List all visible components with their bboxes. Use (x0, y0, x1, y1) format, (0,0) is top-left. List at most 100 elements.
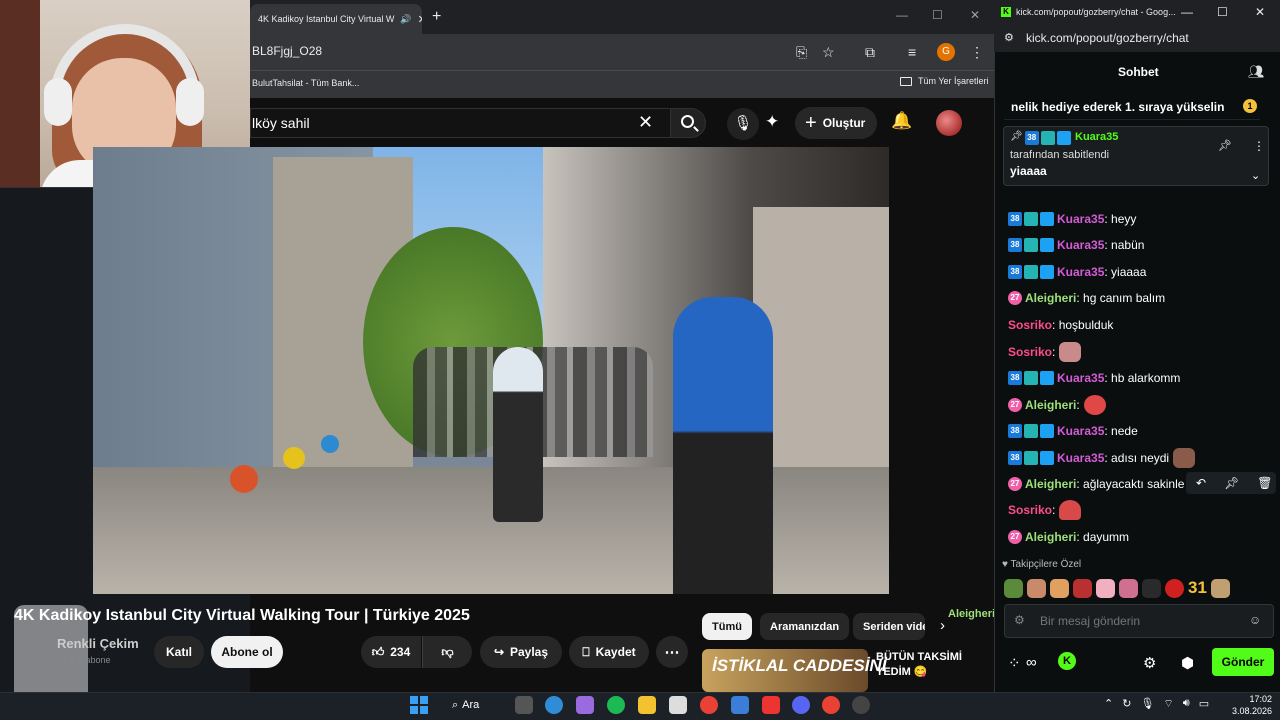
emote-icon[interactable] (1073, 578, 1092, 598)
search-button[interactable] (670, 108, 706, 138)
chat-message[interactable]: 38 Kuara35: nabün (1008, 235, 1144, 255)
chat-message[interactable]: 38 Kuara35: heyy (1008, 209, 1136, 229)
chat-username[interactable]: Sosriko (1008, 318, 1052, 332)
bookmark-item[interactable]: BulutTahsilat - Tüm Bank... (252, 78, 359, 88)
create-button[interactable]: + Oluştur (795, 107, 878, 139)
emote-number[interactable]: 31 (1188, 578, 1207, 598)
kick-url[interactable]: kick.com/popout/gozberry/chat (1026, 31, 1189, 45)
subscribe-button[interactable]: Abone ol (211, 636, 283, 668)
browser-tab[interactable]: 4K Kadikoy Istanbul City Virtual W 🔊 ✕ (250, 4, 422, 34)
bell-icon[interactable]: 🔔 (891, 111, 912, 131)
infinity-icon[interactable]: ∞ (1026, 654, 1037, 671)
chat-message[interactable]: 38 Kuara35: hb alarkomm (1008, 368, 1180, 388)
new-tab-icon[interactable]: + (432, 8, 441, 26)
mail-icon[interactable] (731, 696, 749, 714)
chat-message[interactable]: Sosriko: (1008, 342, 1082, 362)
reply-icon[interactable]: ↶ (1196, 476, 1206, 490)
search-input[interactable]: lköy sahil (252, 115, 310, 131)
minimize-icon[interactable]: — (896, 8, 908, 22)
mic-icon[interactable]: 🎙︎ (1140, 697, 1154, 711)
file-explorer-icon[interactable] (638, 696, 656, 714)
edge-icon[interactable] (545, 696, 563, 714)
chat-message[interactable]: 38 Kuara35: nede (1008, 421, 1138, 441)
save-button[interactable]: ⎕ Kaydet (569, 636, 649, 668)
store-icon[interactable] (669, 696, 687, 714)
emote-icon[interactable] (1004, 578, 1023, 598)
maximize-icon[interactable]: ☐ (932, 8, 943, 22)
search-box[interactable] (250, 108, 670, 138)
gift-leaderboard-banner[interactable]: nelik hediye ederek 1. sıraya yükselin (1004, 94, 1260, 120)
like-button[interactable]: 👍︎ 234 (361, 636, 421, 668)
update-icon[interactable]: ↻ (1122, 697, 1131, 711)
more-actions-button[interactable]: ⋯ (656, 636, 688, 668)
chat-message[interactable]: 27 Aleigheri: hg canım balım (1008, 288, 1165, 308)
windows-start-icon[interactable] (410, 696, 428, 714)
chip-series[interactable]: Seriden vide (853, 613, 925, 640)
minimize-icon[interactable]: — (1181, 5, 1193, 19)
join-button[interactable]: Katıl (154, 636, 204, 668)
emote-icon[interactable] (1096, 578, 1115, 598)
chat-username[interactable]: Aleigheri (1025, 291, 1076, 305)
pinned-username[interactable]: Kuara35 (1075, 131, 1118, 143)
recommended-title[interactable]: BÜTÜN TAKSİMİ YEDİM 😋 (876, 650, 976, 680)
clear-search-icon[interactable]: ✕ (638, 112, 653, 133)
bookmark-star-icon[interactable]: ☆ (822, 44, 835, 61)
chat-message[interactable]: 38 Kuara35: yiaaaa (1008, 262, 1146, 282)
emote-icon[interactable] (1050, 578, 1069, 598)
emote-icon[interactable] (1210, 578, 1230, 598)
chat-message[interactable]: Sosriko: (1008, 500, 1082, 520)
youtube-app-icon[interactable] (762, 696, 780, 714)
chat-username[interactable]: Sosriko (1008, 345, 1052, 359)
emote-icon[interactable] (1119, 578, 1138, 598)
discord-icon[interactable] (792, 696, 810, 714)
chat-username[interactable]: Kuara35 (1057, 265, 1104, 279)
obs-icon[interactable] (852, 696, 870, 714)
chip-all[interactable]: Tümü (702, 613, 752, 640)
browser-menu-icon[interactable]: ⋮ (970, 44, 984, 61)
emote-icon[interactable] (1027, 578, 1046, 598)
chat-username[interactable]: Kuara35 (1057, 238, 1104, 252)
close-tab-icon[interactable]: ✕ (418, 13, 422, 26)
media-control-icon[interactable]: ≡ (908, 44, 916, 60)
dislike-button[interactable]: 👎︎ (422, 636, 472, 668)
chevron-right-icon[interactable]: › (940, 617, 945, 634)
cast-icon[interactable]: ⎘ (796, 44, 807, 61)
send-button[interactable]: Gönder (1212, 648, 1274, 676)
emoji-icon[interactable]: ☺ (1249, 613, 1261, 627)
emote-icon[interactable] (1165, 578, 1184, 598)
video-player[interactable] (93, 147, 889, 594)
chevron-down-icon[interactable]: ⌄ (1251, 169, 1260, 182)
chat-username[interactable]: Aleigheri (1025, 530, 1076, 544)
chat-message[interactable]: 27 Aleigheri: ağlayacaktı sakinle (1008, 474, 1188, 494)
pin-icon[interactable]: 📌︎ (1224, 476, 1239, 490)
sparkle-icon[interactable]: ✦ (765, 112, 779, 132)
chat-username[interactable]: Kuara35 (1057, 424, 1104, 438)
clock[interactable]: 17:02 3.08.2026 (1228, 693, 1272, 717)
site-info-icon[interactable]: ⚙ (1004, 31, 1014, 44)
settings-icon[interactable]: ⚙ (1014, 613, 1025, 627)
chat-message[interactable]: 27 Aleigheri: (1008, 395, 1106, 415)
close-window-icon[interactable]: ✕ (1255, 5, 1265, 19)
chat-message[interactable]: Sosriko: hoşbulduk (1008, 315, 1113, 335)
spotify-icon[interactable] (607, 696, 625, 714)
chrome-icon[interactable] (700, 696, 718, 714)
volume-icon[interactable]: 🔊︎ (1183, 697, 1190, 711)
close-window-icon[interactable]: ✕ (970, 8, 980, 22)
more-icon[interactable]: ⋮ (1253, 139, 1265, 153)
url-text[interactable]: BL8Fjgj_O28 (252, 44, 322, 58)
chat-input[interactable] (1040, 614, 1240, 628)
channel-name[interactable]: Renkli Çekim (57, 636, 139, 651)
extensions-icon[interactable]: ⧉ (865, 44, 875, 61)
chat-username[interactable]: Sosriko (1008, 503, 1052, 517)
copilot-icon[interactable] (576, 696, 594, 714)
chip-from-search[interactable]: Aramanızdan (760, 613, 850, 640)
chevron-up-icon[interactable]: ⌃ (1104, 697, 1113, 711)
mic-icon[interactable]: 🎙 (727, 108, 759, 140)
unpin-icon[interactable]: 📌︎ (1218, 139, 1232, 152)
delete-icon[interactable]: 🗑︎ (1257, 476, 1272, 490)
chrome-icon[interactable] (822, 696, 840, 714)
emote-icon[interactable] (1142, 578, 1161, 598)
chat-username[interactable]: Kuara35 (1057, 451, 1104, 465)
task-view-icon[interactable] (515, 696, 533, 714)
share-button[interactable]: ↪ Paylaş (480, 636, 562, 668)
